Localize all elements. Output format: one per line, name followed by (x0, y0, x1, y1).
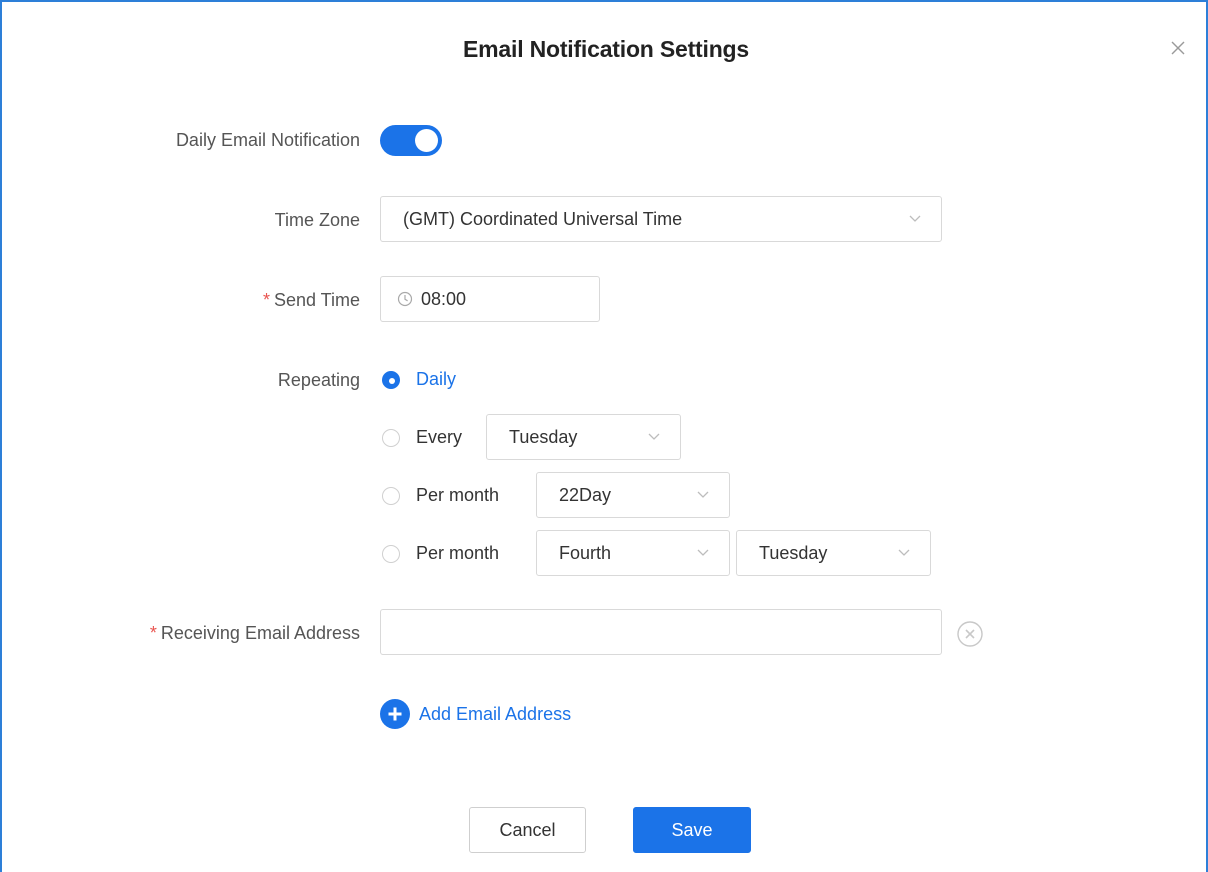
time-zone-value: (GMT) Coordinated Universal Time (403, 208, 683, 229)
radio-daily-label: Daily (416, 369, 457, 389)
clock-icon (397, 291, 413, 307)
send-time-value: 08:00 (421, 288, 467, 309)
time-zone-label: Time Zone (274, 210, 360, 230)
radio-per-month-week[interactable]: Per month (382, 543, 499, 564)
radio-every-label: Every (416, 427, 463, 447)
receiving-email-input[interactable] (380, 609, 942, 655)
chevron-down-icon (697, 491, 709, 498)
chevron-down-icon (909, 215, 921, 222)
required-mark: * (149, 623, 157, 643)
daily-notification-label: Daily Email Notification (175, 130, 360, 150)
radio-button[interactable] (382, 428, 400, 447)
dialog-title: Email Notification Settings (463, 36, 749, 62)
repeating-label: Repeating (277, 370, 360, 390)
chevron-down-icon (898, 549, 910, 556)
send-time-label-text: Send Time (273, 290, 360, 310)
month-day-select[interactable]: 22Day (536, 472, 730, 518)
send-time-label: * Send Time (263, 289, 360, 311)
save-button[interactable]: Save (633, 807, 751, 853)
required-mark: * (262, 290, 270, 310)
remove-circle-icon[interactable] (956, 620, 984, 648)
time-zone-select[interactable]: (GMT) Coordinated Universal Time (380, 196, 942, 242)
every-weekday-select[interactable]: Tuesday (486, 414, 681, 460)
plus-circle-icon (380, 699, 410, 729)
radio-daily[interactable]: Daily (382, 369, 456, 390)
add-email-link[interactable]: Add Email Address (380, 699, 571, 729)
radio-button[interactable] (382, 486, 400, 505)
radio-button[interactable] (382, 544, 400, 563)
receiving-email-label: * Receiving Email Address (150, 622, 360, 644)
email-notification-dialog: Email Notification Settings Daily Email … (0, 0, 1208, 872)
add-email-label: Add Email Address (419, 703, 572, 724)
close-icon[interactable] (1168, 38, 1188, 58)
month-week-day-value: Tuesday (759, 542, 828, 563)
month-week-day-select[interactable]: Tuesday (736, 530, 931, 576)
chevron-down-icon (697, 549, 709, 556)
radio-button-checked[interactable] (382, 370, 400, 389)
month-day-value: 22Day (559, 484, 612, 505)
send-time-picker[interactable]: 08:00 (380, 276, 600, 322)
cancel-button[interactable]: Cancel (469, 807, 586, 853)
every-weekday-value: Tuesday (509, 426, 578, 447)
radio-every[interactable]: Every (382, 427, 462, 448)
chevron-down-icon (648, 433, 660, 440)
receiving-email-label-text: Receiving Email Address (160, 623, 360, 643)
radio-per-month-week-label: Per month (416, 543, 500, 563)
daily-notification-toggle[interactable] (380, 125, 442, 156)
radio-per-month-day-label: Per month (416, 485, 500, 505)
toggle-knob (415, 129, 438, 152)
radio-per-month-day[interactable]: Per month (382, 485, 499, 506)
month-week-ordinal-value: Fourth (559, 542, 612, 563)
month-week-ordinal-select[interactable]: Fourth (536, 530, 730, 576)
